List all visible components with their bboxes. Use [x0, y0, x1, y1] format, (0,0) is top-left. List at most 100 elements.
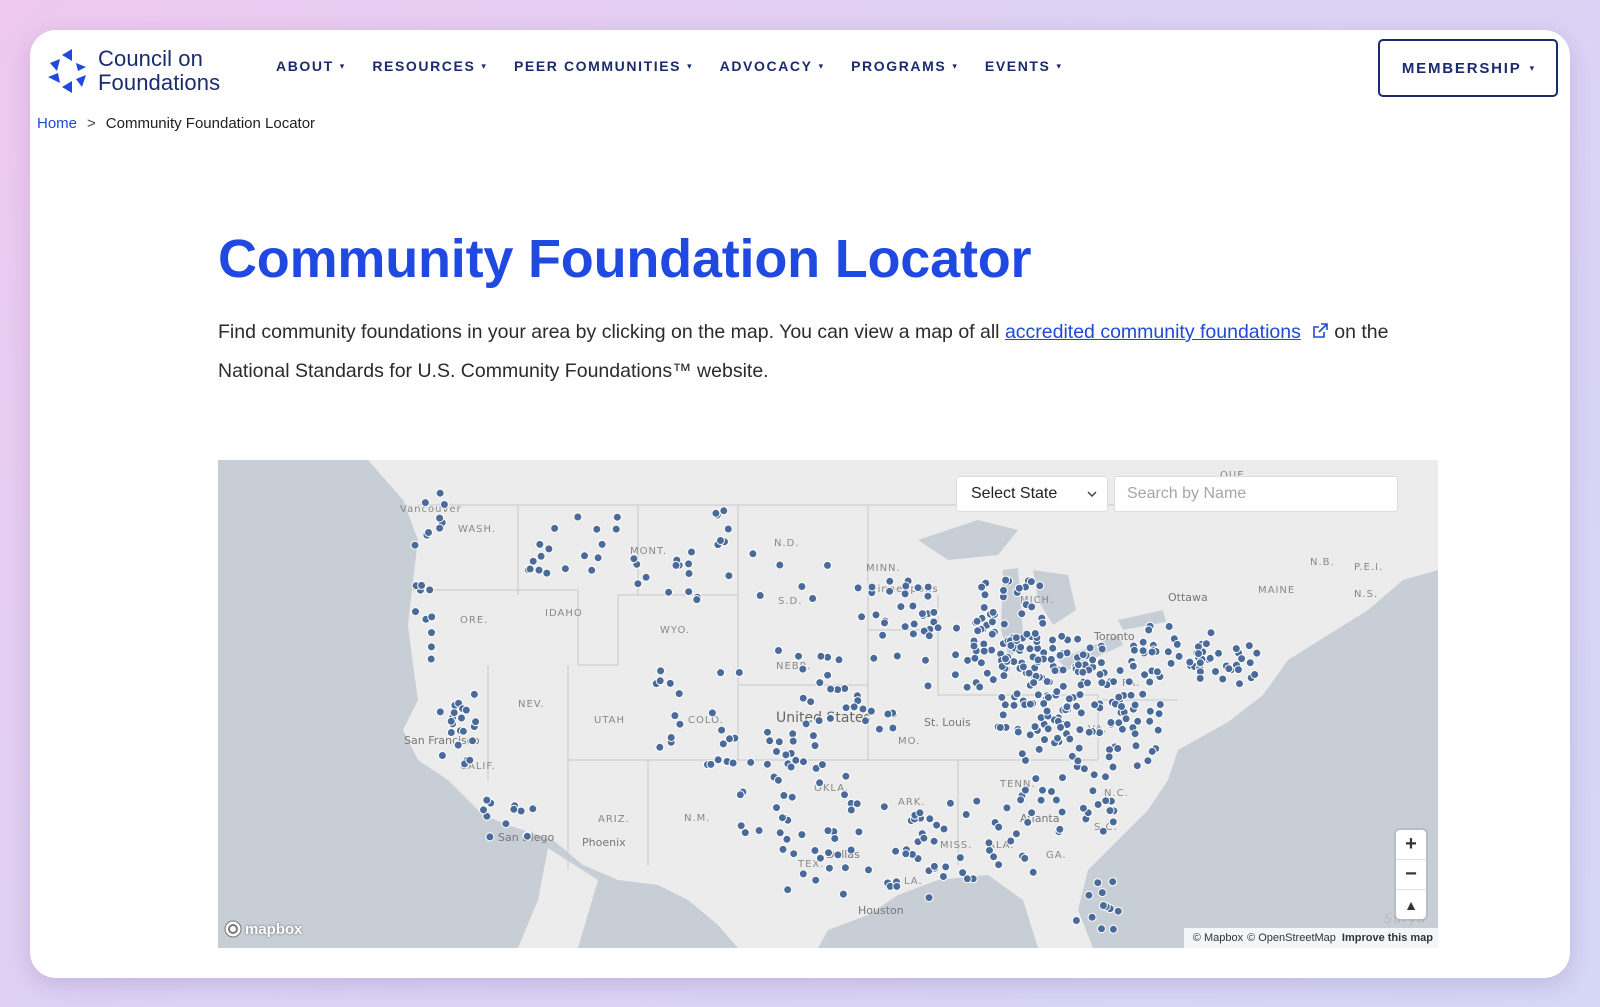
foundation-marker[interactable]: [830, 834, 840, 843]
foundation-marker[interactable]: [892, 651, 902, 661]
foundation-marker[interactable]: [535, 539, 545, 549]
foundation-marker[interactable]: [857, 612, 867, 622]
compass-button[interactable]: ▲: [1396, 890, 1426, 919]
foundation-marker[interactable]: [788, 736, 798, 746]
foundation-marker[interactable]: [1117, 702, 1126, 711]
foundation-marker[interactable]: [1088, 655, 1098, 665]
foundation-marker[interactable]: [923, 681, 933, 691]
foundation-marker[interactable]: [1038, 618, 1048, 628]
foundation-marker[interactable]: [1224, 664, 1234, 674]
foundation-marker[interactable]: [841, 771, 851, 781]
foundation-marker[interactable]: [763, 727, 772, 737]
foundation-marker[interactable]: [987, 629, 997, 639]
foundation-marker[interactable]: [989, 852, 999, 862]
foundation-marker[interactable]: [1048, 643, 1058, 653]
foundation-marker[interactable]: [783, 885, 793, 895]
foundation-marker[interactable]: [675, 719, 685, 729]
foundation-marker[interactable]: [1029, 678, 1039, 688]
foundation-marker[interactable]: [716, 536, 725, 545]
foundation-marker[interactable]: [762, 759, 772, 769]
foundation-marker[interactable]: [1025, 730, 1035, 740]
foundation-marker[interactable]: [798, 664, 808, 674]
foundation-marker[interactable]: [528, 804, 538, 814]
foundation-marker[interactable]: [1145, 716, 1155, 726]
foundation-marker[interactable]: [1058, 665, 1068, 675]
foundation-marker[interactable]: [674, 689, 684, 699]
foundation-marker[interactable]: [755, 591, 765, 600]
foundation-marker[interactable]: [939, 824, 949, 834]
foundation-marker[interactable]: [1087, 912, 1097, 922]
foundation-marker[interactable]: [1097, 888, 1107, 898]
foundation-marker[interactable]: [824, 848, 833, 858]
foundation-marker[interactable]: [1147, 647, 1157, 657]
foundation-marker[interactable]: [885, 586, 895, 596]
search-by-name-input[interactable]: [1114, 476, 1398, 512]
foundation-marker[interactable]: [883, 709, 893, 719]
foundation-marker[interactable]: [1071, 916, 1081, 925]
foundation-marker[interactable]: [794, 651, 803, 661]
foundation-marker[interactable]: [1013, 727, 1023, 737]
foundation-marker[interactable]: [798, 869, 808, 879]
nav-events[interactable]: EVENTS ▾: [985, 58, 1061, 74]
foundation-marker[interactable]: [885, 576, 895, 586]
site-logo[interactable]: Council on Foundations: [48, 46, 220, 96]
foundation-marker[interactable]: [453, 740, 463, 750]
foundation-marker[interactable]: [1078, 667, 1088, 677]
foundation-marker[interactable]: [972, 796, 982, 806]
foundation-marker[interactable]: [469, 689, 479, 699]
foundation-marker[interactable]: [501, 819, 511, 829]
foundation-marker[interactable]: [1108, 762, 1118, 772]
foundation-marker[interactable]: [1073, 634, 1083, 644]
foundation-marker[interactable]: [439, 500, 449, 509]
foundation-marker[interactable]: [717, 725, 727, 735]
foundation-marker[interactable]: [823, 670, 833, 680]
foundation-marker[interactable]: [410, 540, 420, 550]
foundation-marker[interactable]: [980, 590, 990, 600]
foundation-marker[interactable]: [1115, 666, 1125, 675]
foundation-marker[interactable]: [786, 762, 796, 772]
foundation-marker[interactable]: [1147, 746, 1157, 756]
foundation-marker[interactable]: [516, 806, 526, 816]
foundation-marker[interactable]: [945, 798, 955, 808]
foundation-marker[interactable]: [1145, 677, 1155, 687]
foundation-marker[interactable]: [1108, 924, 1118, 934]
foundation-marker[interactable]: [1128, 661, 1138, 671]
foundation-marker[interactable]: [924, 893, 934, 903]
foundation-marker[interactable]: [1042, 677, 1052, 686]
foundation-marker[interactable]: [909, 619, 919, 629]
foundation-marker[interactable]: [815, 678, 825, 688]
foundation-marker[interactable]: [1114, 692, 1124, 702]
foundation-marker[interactable]: [534, 565, 544, 575]
foundation-marker[interactable]: [1185, 657, 1195, 667]
foundation-marker[interactable]: [880, 618, 889, 628]
foundation-marker[interactable]: [1073, 756, 1083, 766]
foundation-marker[interactable]: [446, 728, 456, 737]
foundation-marker[interactable]: [666, 733, 676, 742]
foundation-marker[interactable]: [1000, 700, 1010, 710]
foundation-marker[interactable]: [1104, 752, 1114, 762]
foundation-marker[interactable]: [528, 556, 538, 566]
foundation-marker[interactable]: [1078, 803, 1088, 813]
foundation-marker[interactable]: [1075, 690, 1085, 700]
foundation-marker[interactable]: [1011, 829, 1021, 839]
foundation-marker[interactable]: [671, 560, 681, 570]
foundation-marker[interactable]: [838, 889, 848, 899]
foundation-marker[interactable]: [952, 623, 961, 633]
foundation-marker[interactable]: [748, 549, 758, 559]
foundation-marker[interactable]: [1028, 867, 1038, 877]
foundation-marker[interactable]: [938, 872, 948, 881]
foundation-marker[interactable]: [933, 623, 943, 633]
foundation-marker[interactable]: [735, 790, 745, 800]
membership-button[interactable]: MEMBERSHIP ▾: [1378, 39, 1558, 97]
foundation-marker[interactable]: [1108, 877, 1118, 887]
foundation-marker[interactable]: [777, 813, 787, 823]
foundation-marker[interactable]: [446, 716, 456, 726]
foundation-marker[interactable]: [979, 646, 989, 656]
foundation-marker[interactable]: [840, 790, 849, 800]
foundation-marker[interactable]: [1164, 622, 1174, 631]
foundation-marker[interactable]: [1095, 669, 1105, 679]
attribution-mapbox-link[interactable]: © Mapbox: [1193, 932, 1243, 944]
foundation-marker[interactable]: [797, 582, 807, 591]
foundation-marker[interactable]: [580, 551, 589, 561]
foundation-marker[interactable]: [461, 705, 471, 715]
